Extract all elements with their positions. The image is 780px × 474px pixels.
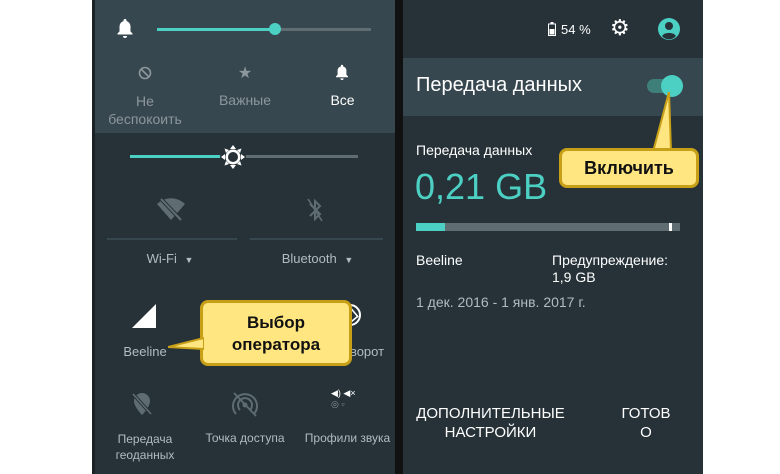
location-label-1: Передача [117,432,173,446]
more-settings-line2: НАСТРОЙКИ [444,424,537,441]
done-button[interactable]: ГОТОВ О [615,404,677,442]
toggle-callout: Включить [559,148,699,188]
done-line1: ГОТОВ [621,405,671,422]
wifi-off-icon [157,197,185,222]
warning-value: 1,9 GB [552,269,596,285]
usage-bar-fill [416,223,446,231]
wifi-dropdown-icon[interactable]: ▼ [185,255,194,265]
dnd-none-label-2: беспокоить [108,111,182,127]
usage-warning-marker [669,223,672,231]
sound-profile-label: Профили звука [304,431,391,445]
bell-ring-icon [336,64,348,80]
usage-bar [416,223,680,231]
more-settings-line1: ДОПОЛНИТЕЛЬНЫЕ [416,405,565,422]
battery-text: 54 % [561,22,591,37]
dnd-none-label-1: Не [136,93,154,109]
operator-callout-line1: Выбор [246,313,306,332]
wifi-divider [107,238,237,240]
sound-profile-icon: ◀) ◀× ◎ ▫ [331,388,356,409]
bluetooth-label: Bluetooth [281,251,337,266]
done-line2: О [640,424,652,441]
dnd-all-label: Все [330,92,355,108]
data-usage-panel: 54 % ⚙ Передача данных Передача данных 0… [403,0,703,474]
quick-settings-panel: Не беспокоить ★ Важные Все Wi-Fi ▼ Bluet… [95,0,395,474]
operator-callout: Выбор оператора [200,300,352,366]
bluetooth-divider [250,238,383,240]
operator-callout-line2: оператора [231,335,321,354]
operator-callout-pointer [168,337,204,351]
wifi-label: Wi-Fi [146,251,177,266]
brightness-icon[interactable] [219,143,247,171]
star-icon: ★ [237,65,253,82]
bell-icon [117,19,133,38]
cellular-signal-icon [132,304,156,328]
data-header-title: Передача данных [416,74,583,96]
usage-label: Передача данных [416,142,533,158]
brightness-slider-fill [130,155,233,158]
usage-amount: 0,21 GB [415,166,548,207]
bluetooth-off-icon [307,198,323,222]
volume-slider-thumb[interactable] [268,23,281,35]
status-bar: 54 % ⚙ [403,0,703,60]
dnd-important-label: Важные [218,92,272,108]
account-icon[interactable] [657,17,681,41]
sound-mode-section: Не беспокоить ★ Важные Все [95,0,395,133]
battery-icon [548,22,556,36]
location-label-2: геоданных [115,448,175,462]
billing-period[interactable]: 1 дек. 2016 - 1 янв. 2017 г. [416,294,586,310]
location-off-icon [131,392,153,416]
settings-icon[interactable]: ⚙ [610,15,630,41]
bluetooth-dropdown-icon[interactable]: ▼ [344,255,353,265]
hotspot-label: Точка доступа [205,431,285,445]
toggle-callout-pointer [651,92,673,153]
warning-label: Предупреждение: [552,252,669,268]
rotation-label: ворот [349,344,385,359]
hotspot-off-icon [232,392,258,417]
center-separator [395,0,403,474]
more-settings-button[interactable]: ДОПОЛНИТЕЛЬНЫЕ НАСТРОЙКИ [403,404,578,442]
block-icon [138,66,152,80]
volume-slider-fill [157,28,275,31]
operator-name: Beeline [416,252,463,268]
